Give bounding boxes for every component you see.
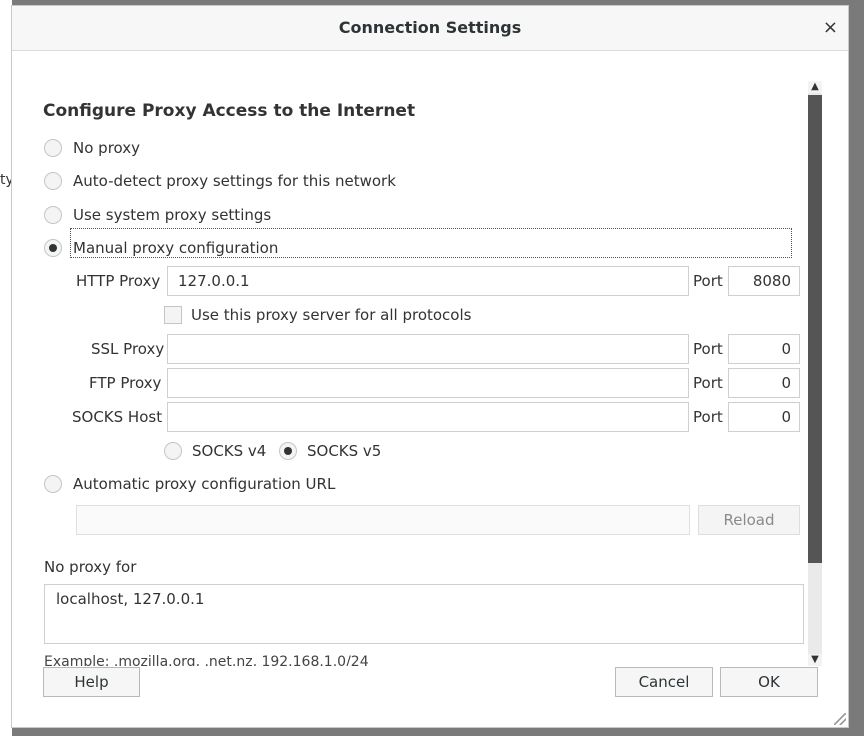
ftp-proxy-input[interactable] — [167, 368, 689, 398]
socks-port-label: Port — [693, 408, 723, 426]
use-all-protocols-label[interactable]: Use this proxy server for all protocols — [191, 306, 471, 324]
auto-detect-radio[interactable] — [44, 172, 62, 190]
ok-button[interactable]: OK — [720, 667, 818, 697]
no-proxy-example: Example: .mozilla.org, .net.nz, 192.168.… — [44, 654, 369, 666]
ftp-port-label: Port — [693, 374, 723, 392]
manual-proxy-radio[interactable] — [44, 239, 62, 257]
no-proxy-label[interactable]: No proxy — [73, 139, 140, 157]
socks-v5-radio[interactable] — [279, 442, 297, 460]
ssl-proxy-label: SSL Proxy — [91, 340, 165, 358]
use-all-protocols-checkbox[interactable] — [164, 306, 182, 324]
reload-button[interactable]: Reload — [698, 505, 800, 535]
auto-proxy-url-radio[interactable] — [44, 475, 62, 493]
no-proxy-radio[interactable] — [44, 139, 62, 157]
http-port-input[interactable]: 8080 — [728, 266, 800, 296]
help-button[interactable]: Help — [43, 667, 140, 697]
socks-v4-radio[interactable] — [164, 442, 182, 460]
socks-v5-label[interactable]: SOCKS v5 — [307, 442, 381, 460]
socks-port-input[interactable]: 0 — [728, 402, 800, 432]
http-port-label: Port — [693, 272, 723, 290]
system-proxy-radio[interactable] — [44, 206, 62, 224]
scrollbar[interactable]: ▲ ▼ — [808, 81, 822, 666]
ftp-port-input[interactable]: 0 — [728, 368, 800, 398]
close-icon[interactable]: × — [823, 17, 838, 38]
resize-grip-icon[interactable] — [834, 713, 846, 725]
connection-settings-dialog: Connection Settings × Configure Proxy Ac… — [11, 5, 849, 728]
socks-host-label: SOCKS Host — [72, 408, 163, 426]
ftp-proxy-label: FTP Proxy — [89, 374, 162, 392]
manual-proxy-label[interactable]: Manual proxy configuration — [73, 239, 278, 257]
auto-proxy-url-input[interactable] — [76, 505, 690, 535]
ssl-proxy-input[interactable] — [167, 334, 689, 364]
scroll-down-icon[interactable]: ▼ — [808, 654, 822, 666]
auto-detect-label[interactable]: Auto-detect proxy settings for this netw… — [73, 172, 396, 190]
socks-host-input[interactable] — [167, 402, 689, 432]
proxy-heading: Configure Proxy Access to the Internet — [43, 101, 416, 121]
dialog-title: Connection Settings — [338, 18, 522, 37]
title-bar: Connection Settings × — [12, 6, 848, 51]
system-proxy-label[interactable]: Use system proxy settings — [73, 206, 271, 224]
ssl-port-label: Port — [693, 340, 723, 358]
cancel-button[interactable]: Cancel — [615, 667, 713, 697]
http-proxy-label: HTTP Proxy — [76, 272, 161, 290]
no-proxy-for-label: No proxy for — [44, 558, 137, 576]
scroll-thumb[interactable] — [808, 95, 822, 563]
no-proxy-for-textarea[interactable]: localhost, 127.0.0.1 — [44, 584, 804, 644]
http-proxy-input[interactable]: 127.0.0.1 — [167, 266, 689, 296]
scroll-up-icon[interactable]: ▲ — [808, 81, 822, 93]
ssl-port-input[interactable]: 0 — [728, 334, 800, 364]
socks-v4-label[interactable]: SOCKS v4 — [192, 442, 266, 460]
dialog-content: Configure Proxy Access to the Internet N… — [12, 51, 848, 666]
auto-proxy-url-label[interactable]: Automatic proxy configuration URL — [73, 475, 335, 493]
